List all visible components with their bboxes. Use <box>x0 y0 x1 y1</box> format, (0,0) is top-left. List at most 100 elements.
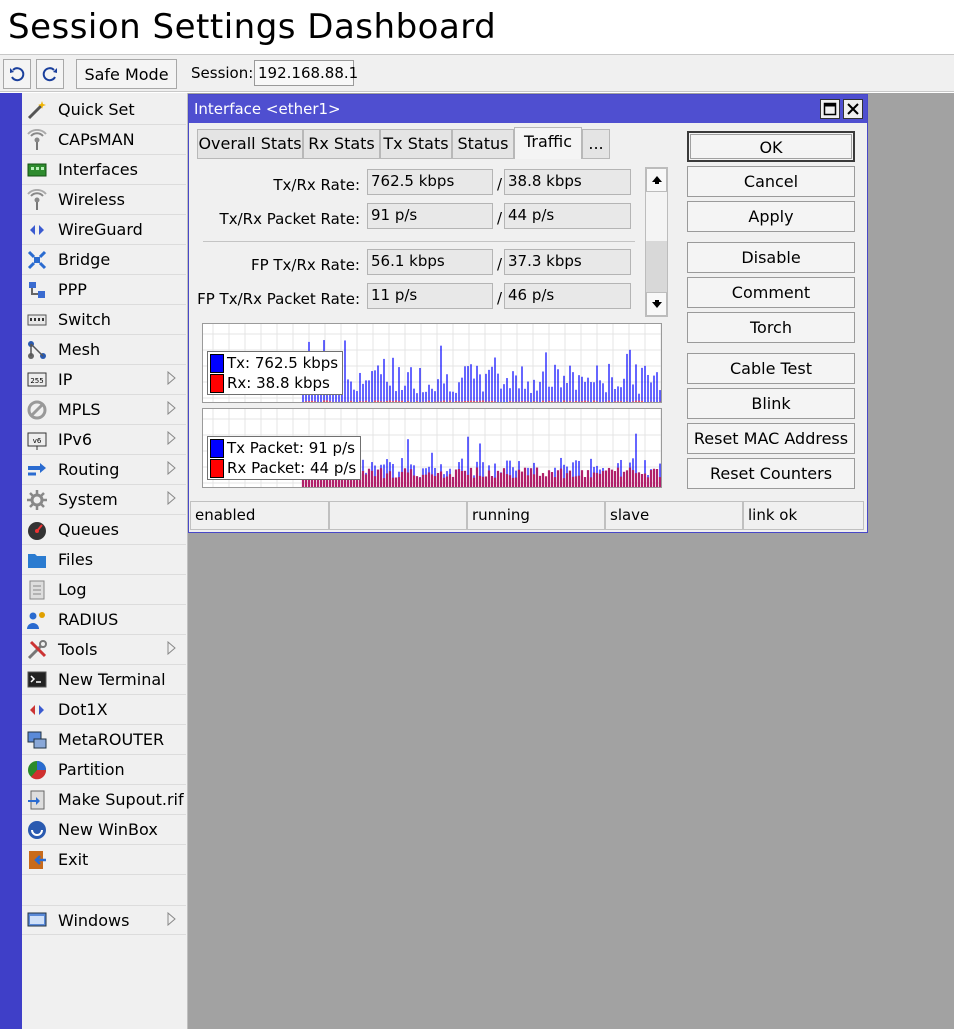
partition-icon <box>28 760 47 779</box>
legend-swatch-rx-packet <box>210 458 224 478</box>
sidebar-item-icon <box>25 578 49 602</box>
mpls-icon <box>27 400 47 419</box>
safe-mode-button[interactable]: Safe Mode <box>76 59 177 89</box>
cancel-button[interactable]: Cancel <box>687 166 855 197</box>
wireguard-icon <box>30 224 44 235</box>
sidebar-item-label: Routing <box>58 460 120 479</box>
tab-traffic[interactable]: Traffic <box>514 127 582 159</box>
folder-icon <box>28 553 46 568</box>
sidebar-item-wireless[interactable]: Wireless <box>22 185 186 215</box>
blink-button[interactable]: Blink <box>687 388 855 419</box>
sidebar-item-icon <box>25 788 49 812</box>
sidebar-item-exit[interactable]: Exit <box>22 845 186 875</box>
ppp-icon <box>29 281 45 298</box>
sidebar-item-windows[interactable]: Windows <box>22 905 186 935</box>
reset-mac-address-button[interactable]: Reset MAC Address <box>687 423 855 454</box>
sidebar-item-tools[interactable]: Tools <box>22 635 186 665</box>
sidebar-item-log[interactable]: Log <box>22 575 186 605</box>
sidebar-item-new-winbox[interactable]: New WinBox <box>22 815 186 845</box>
close-icon <box>847 103 859 115</box>
tab-status[interactable]: Status <box>452 129 514 159</box>
sidebar-item-label: Exit <box>58 850 89 869</box>
cable-test-button[interactable]: Cable Test <box>687 353 855 384</box>
legend-tx: Tx: 762.5 kbps <box>210 353 338 373</box>
tab-tx-stats[interactable]: Tx Stats <box>380 129 452 159</box>
sidebar-item-new-terminal[interactable]: New Terminal <box>22 665 186 695</box>
sidebar-item-label: Quick Set <box>58 100 135 119</box>
sidebar-item-icon: 255 <box>25 368 49 392</box>
sidebar-item-interfaces[interactable]: Interfaces <box>22 155 186 185</box>
fp-tx-packet-rate-value: 11 p/s <box>367 283 493 309</box>
sidebar-item-mpls[interactable]: MPLS <box>22 395 186 425</box>
sidebar-item-icon <box>25 248 49 272</box>
ok-button[interactable]: OK <box>687 131 855 162</box>
tools-icon <box>27 639 47 659</box>
undo-arrow-icon <box>10 67 25 82</box>
sidebar-item-system[interactable]: System <box>22 485 186 515</box>
separator: / <box>497 255 503 273</box>
torch-button[interactable]: Torch <box>687 312 855 343</box>
sidebar-item-wireguard[interactable]: WireGuard <box>22 215 186 245</box>
sidebar-item-label: MPLS <box>58 400 101 419</box>
legend-tx-label: Tx: 762.5 kbps <box>227 354 339 372</box>
sidebar-item-routing[interactable]: Routing <box>22 455 186 485</box>
status-cell-enabled: enabled <box>190 501 329 530</box>
sidebar-item-quick-set[interactable]: Quick Set <box>22 95 186 125</box>
sidebar-item-label: New WinBox <box>58 820 158 839</box>
maximize-button[interactable] <box>820 99 840 119</box>
sidebar-item-label: Interfaces <box>58 160 138 179</box>
redo-button[interactable] <box>36 59 64 89</box>
toolbar: Safe Mode Session: 192.168.88.1 <box>0 54 954 92</box>
antenna-icon <box>27 128 47 150</box>
rx-packet-rate-value: 44 p/s <box>504 203 631 229</box>
sidebar-item-partition[interactable]: Partition <box>22 755 186 785</box>
scroll-thumb[interactable] <box>646 241 667 293</box>
session-field[interactable]: 192.168.88.1 <box>254 60 358 86</box>
sidebar-stripe <box>0 93 22 1029</box>
sidebar-item-icon <box>25 98 49 122</box>
sidebar-item-label: Switch <box>58 310 111 329</box>
sidebar-item-capsman[interactable]: CAPsMAN <box>22 125 186 155</box>
sidebar-item-mesh[interactable]: Mesh <box>22 335 186 365</box>
reset-counters-button[interactable]: Reset Counters <box>687 458 855 489</box>
routing-icon <box>28 462 46 475</box>
sidebar-item-ipv6[interactable]: v6 IPv6 <box>22 425 186 455</box>
packet-graph: Tx Packet: 91 p/s Rx Packet: 44 p/s <box>202 408 662 488</box>
sidebar-item-files[interactable]: Files <box>22 545 186 575</box>
comment-button[interactable]: Comment <box>687 277 855 308</box>
window-title[interactable]: Interface <ether1> <box>189 95 867 123</box>
sidebar-item-queues[interactable]: Queues <box>22 515 186 545</box>
separator: / <box>497 175 503 193</box>
close-button[interactable] <box>843 99 863 119</box>
rate-graph-legend: Tx: 762.5 kbps Rx: 38.8 kbps <box>207 351 344 395</box>
tab-overall-stats[interactable]: Overall Stats <box>197 129 303 159</box>
sidebar-item-icon <box>25 278 49 302</box>
tab-more[interactable]: ... <box>582 129 610 159</box>
sidebar-item-ip[interactable]: 255 IP <box>22 365 186 395</box>
rate-graph: Tx: 762.5 kbps Rx: 38.8 kbps <box>202 323 662 403</box>
sidebar-item-make-supout-rif[interactable]: Make Supout.rif <box>22 785 186 815</box>
sidebar-item-label: Make Supout.rif <box>58 790 184 809</box>
apply-button[interactable]: Apply <box>687 201 855 232</box>
legend-swatch-tx <box>210 353 224 373</box>
scroll-down-button[interactable] <box>646 292 667 316</box>
tab-rx-stats[interactable]: Rx Stats <box>303 129 380 159</box>
scroll-up-button[interactable] <box>646 168 667 192</box>
fp-txrx-rate-label: FP Tx/Rx Rate: <box>250 256 360 274</box>
vertical-scrollbar[interactable] <box>645 167 668 317</box>
sidebar-item-icon <box>25 518 49 542</box>
sidebar-item-metarouter[interactable]: MetaROUTER <box>22 725 186 755</box>
sidebar-item-ppp[interactable]: PPP <box>22 275 186 305</box>
fp-txrx-packet-rate-label: FP Tx/Rx Packet Rate: <box>197 290 360 308</box>
disable-button[interactable]: Disable <box>687 242 855 273</box>
undo-button[interactable] <box>3 59 31 89</box>
page-title: Session Settings Dashboard <box>8 7 497 47</box>
sidebar-item-switch[interactable]: Switch <box>22 305 186 335</box>
sidebar-item-radius[interactable]: RADIUS <box>22 605 186 635</box>
session-label: Session: <box>191 64 254 82</box>
sidebar-item-bridge[interactable]: Bridge <box>22 245 186 275</box>
sidebar-item-dot1x[interactable]: Dot1X <box>22 695 186 725</box>
sidebar-item-label: New Terminal <box>58 670 166 689</box>
status-cell-slave: slave <box>605 501 743 530</box>
sidebar-item-label: WireGuard <box>58 220 143 239</box>
